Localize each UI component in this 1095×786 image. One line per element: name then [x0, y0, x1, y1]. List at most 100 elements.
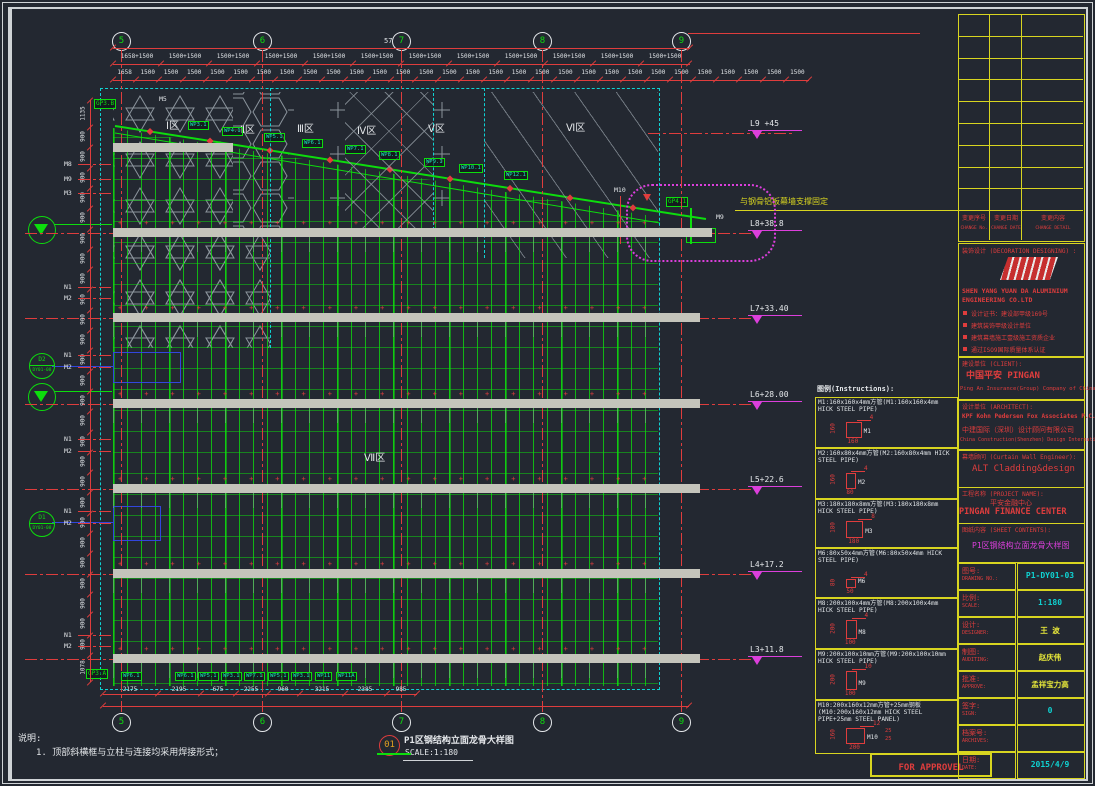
legend-dim-t-leader: [851, 471, 865, 472]
legend-section-rect: [846, 579, 856, 588]
level-label: L6+28.00: [750, 390, 789, 399]
legend-item-text: M8:200x100x4mm方管(M8:200x100x4mm HICK STE…: [818, 600, 954, 614]
member-leader: [78, 179, 113, 180]
legend-item-text: M6:80x50x4mm方管(M6:80x50x4mm HICK STEEL P…: [818, 550, 954, 564]
slab-weld-marks: +++++++++++++++++++++: [118, 390, 663, 399]
floor-slab: [113, 313, 700, 322]
legend-dim-w: 80: [835, 489, 865, 496]
view-title-underline-green: [377, 753, 411, 755]
legend-dim-t: 12: [873, 720, 880, 727]
member-leader: [78, 355, 113, 356]
bullet-square-icon: [963, 323, 967, 327]
cloud-arrow: [643, 194, 651, 201]
dim-text-top: 1500: [739, 69, 762, 76]
bottom-panel-label: WP7.1: [244, 672, 265, 681]
legend-member-code: M6: [858, 578, 865, 585]
decoration-bullet: 通过ISO9国际质量体系认证: [971, 345, 1045, 354]
architect-title: 设计单位 (ARCHITECT):: [962, 402, 1033, 411]
dim-line-bottom: [103, 694, 417, 695]
legend-item-text: M9:200x100x10mm方管(M9:200x100x10mm HICK S…: [818, 651, 954, 665]
revision-table-hline: [958, 101, 1083, 102]
legend-dim-extra-1: 25: [885, 728, 892, 734]
dim-text-pair: 1500+1500: [497, 53, 545, 60]
level-label: L4+17.2: [750, 560, 784, 569]
revision-table-hline: [958, 123, 1083, 124]
level-triangle-icon: [752, 657, 762, 665]
member-label-cloud: M9: [716, 213, 724, 221]
field-value: 王 波: [1017, 625, 1083, 636]
view-scale-underline: [403, 760, 473, 761]
dim-text-top: 1500: [484, 69, 507, 76]
wp-panel-label: WP10.1: [459, 164, 483, 173]
architect-l1: KPF Kohn Pedersen Fox Associates P.C.: [962, 413, 1095, 420]
member-label-roof: M10: [614, 186, 626, 194]
client-name-en: Ping An Insurance(Group) Company of Chin…: [960, 386, 1095, 392]
legend-item-text: M2:160x80x4mm方管(M2:160x80x4mm HICK STEEL…: [818, 450, 954, 464]
level-label: L7+33.40: [750, 304, 789, 313]
grid-centerline-8: [542, 50, 543, 712]
bottom-panel-label: WP6.1: [175, 672, 196, 681]
dim-text-left: 1078: [80, 655, 87, 681]
slab-weld-marks: +++++++++++++++++++++: [118, 304, 663, 313]
slab-hanger-comb: [113, 322, 660, 337]
member-label: M2: [64, 447, 72, 455]
legend-header: 图例(Instructions):: [817, 384, 894, 394]
field-value: 孟祥宝力高: [1017, 679, 1083, 690]
floor-slab: [113, 654, 700, 663]
company-logo: [1000, 257, 1058, 280]
revision-table-hline: [958, 36, 1083, 37]
floor-slab: [113, 484, 700, 493]
bottom-panel-label: WP6.1: [121, 672, 142, 681]
grid-centerline-7: [401, 50, 402, 712]
member-label: M2: [64, 519, 72, 527]
field-value: 2015/4/9: [1017, 760, 1083, 769]
revision-table-hline: [958, 188, 1083, 189]
gp-label-cloud: GP4.1: [666, 197, 688, 207]
grid-bubble-bottom-6: 6: [253, 713, 272, 732]
bottom-panel-label: WP3.1: [221, 672, 242, 681]
revision-table-hline: [958, 210, 1083, 211]
wp-panel-label: WP3.1: [188, 121, 209, 130]
member-leader: [78, 439, 113, 440]
level-triangle-icon: [752, 572, 762, 580]
member-label: M2: [64, 363, 72, 371]
legend-member-code: M1: [864, 428, 871, 435]
dim-text-top: 1500: [229, 69, 252, 76]
dim-text-bottom: 2255: [234, 686, 268, 693]
frame-left-thick-bar: [8, 7, 12, 779]
level-label: L5+22.6: [750, 475, 784, 484]
architect-l3: China Construction(Shenzhen) Design Inte…: [960, 437, 1095, 443]
revision-table-hline: [958, 58, 1083, 59]
member-label: M2: [64, 642, 72, 650]
legend-dim-h: 180: [830, 515, 837, 541]
dim-text-pair: 1500+1500: [545, 53, 593, 60]
level-label: L9 +45: [750, 119, 779, 128]
level-centerline-0: [648, 133, 792, 134]
field-label-cn: 比例:: [962, 594, 980, 602]
floor-slab: [113, 399, 700, 408]
member-leader: [78, 287, 113, 288]
legend-section-rect: [846, 728, 865, 744]
floor-slab: [113, 228, 712, 237]
dim-text-top: 1500: [183, 69, 206, 76]
legend-section-rect: [846, 620, 857, 639]
level-triangle-icon: [752, 402, 762, 410]
company-name-l1: SHEN YANG YUAN DA ALUMINIUM: [962, 287, 1068, 295]
grid-bubble-bottom-9: 9: [672, 713, 691, 732]
legend-dim-w: 180: [839, 538, 869, 545]
dim-text-bottom: 2175: [113, 686, 147, 693]
dim-text-bottom: 2385: [348, 686, 382, 693]
dim-text-left: 1135: [80, 100, 87, 126]
wp-panel-label: WP9.1: [424, 158, 445, 167]
member-label: N1: [64, 351, 72, 359]
bullet-square-icon: [963, 347, 967, 351]
dim-text-top: 1500: [368, 69, 391, 76]
field-label-cn: 设计:: [962, 621, 980, 629]
company-name-l2: ENGINEERING CO.LTD: [962, 296, 1032, 304]
sheet-contents-title: 图纸内容 (SHEET CONTENTS):: [962, 525, 1051, 534]
field-label-en: DESIGNER:: [962, 630, 989, 636]
revision-col-header-cn: 变更内容: [1023, 213, 1083, 222]
legend-member-code: M9: [859, 680, 866, 687]
dim-text-top: 1500: [345, 69, 368, 76]
zone-label: Ⅰ区: [166, 117, 179, 132]
